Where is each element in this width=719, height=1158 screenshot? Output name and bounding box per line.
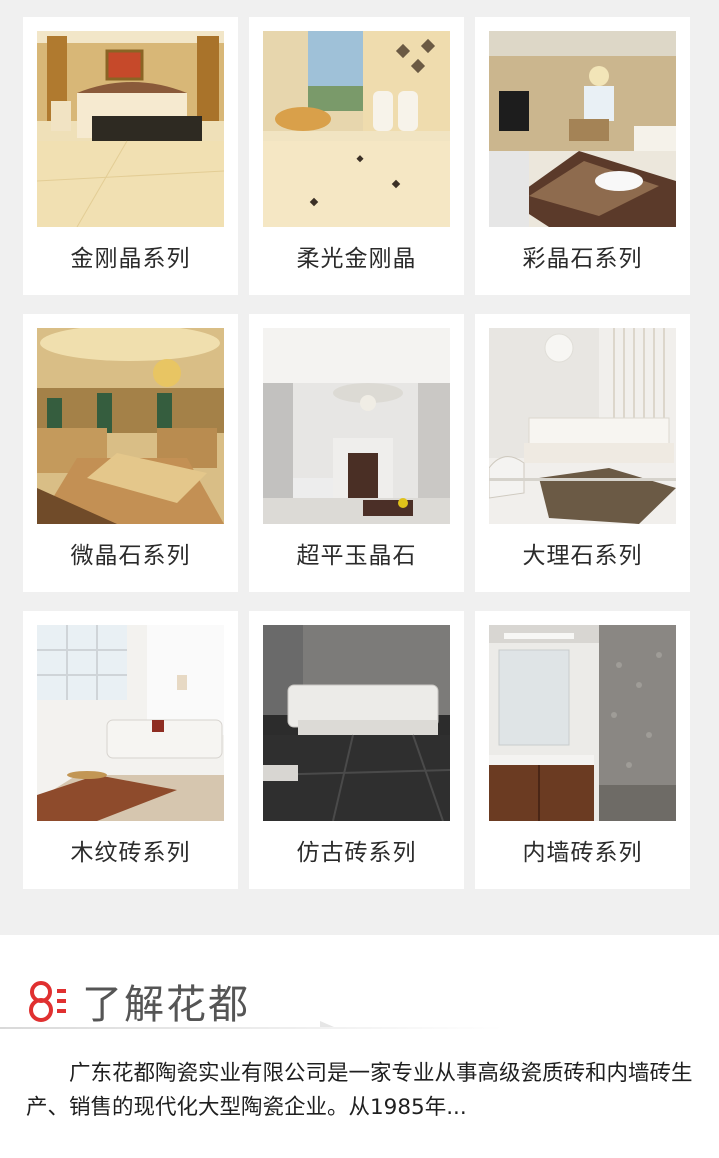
product-label-6: 大理石系列 — [522, 543, 643, 569]
product-label-2: 柔光金刚晶 — [296, 246, 417, 272]
product-label-9: 内墙砖系列 — [522, 840, 643, 866]
product-card-9[interactable]: 内墙砖系列 — [475, 611, 690, 889]
product-card-3[interactable]: 彩晶石系列 — [475, 17, 690, 295]
product-image-6[interactable] — [489, 328, 676, 524]
product-label-8: 仿古砖系列 — [296, 840, 417, 866]
about-header[interactable]: 了解花都 — [26, 975, 250, 1028]
product-card-7[interactable]: 木纹砖系列 — [23, 611, 238, 889]
product-image-7[interactable] — [37, 625, 224, 821]
product-image-1[interactable] — [37, 31, 224, 227]
product-card-5[interactable]: 超平玉晶石 — [249, 314, 464, 592]
product-card-6[interactable]: 大理石系列 — [475, 314, 690, 592]
product-card-1[interactable]: 金刚晶系列 — [23, 17, 238, 295]
product-label-4: 微晶石系列 — [70, 543, 191, 569]
product-label-7: 木纹砖系列 — [70, 840, 191, 866]
product-image-5[interactable] — [263, 328, 450, 524]
product-label-3: 彩晶石系列 — [522, 246, 643, 272]
product-grid: 金刚晶系列 柔光金刚晶 彩晶石系列 微晶石系列 超平玉晶石 大理石系列 木纹砖系… — [0, 0, 719, 935]
product-image-3[interactable] — [489, 31, 676, 227]
product-label-5: 超平玉晶石 — [296, 543, 417, 569]
about-title: 了解花都 — [82, 982, 250, 1028]
product-card-8[interactable]: 仿古砖系列 — [249, 611, 464, 889]
product-card-2[interactable]: 柔光金刚晶 — [249, 17, 464, 295]
product-image-8[interactable] — [263, 625, 450, 821]
product-image-2[interactable] — [263, 31, 450, 227]
about-description[interactable]: 广东花都陶瓷实业有限公司是一家专业从事高级瓷质砖和内墙砖生产、销售的现代化大型陶… — [26, 1057, 696, 1125]
product-image-9[interactable] — [489, 625, 676, 821]
divider-arrow — [320, 1021, 334, 1027]
product-image-4[interactable] — [37, 328, 224, 524]
brand-logo-icon — [29, 981, 66, 1022]
section-divider — [0, 1027, 719, 1029]
product-card-4[interactable]: 微晶石系列 — [23, 314, 238, 592]
about-section: 了解花都 广东花都陶瓷实业有限公司是一家专业从事高级瓷质砖和内墙砖生产、销售的现… — [0, 935, 719, 1158]
product-label-1: 金刚晶系列 — [70, 246, 191, 272]
